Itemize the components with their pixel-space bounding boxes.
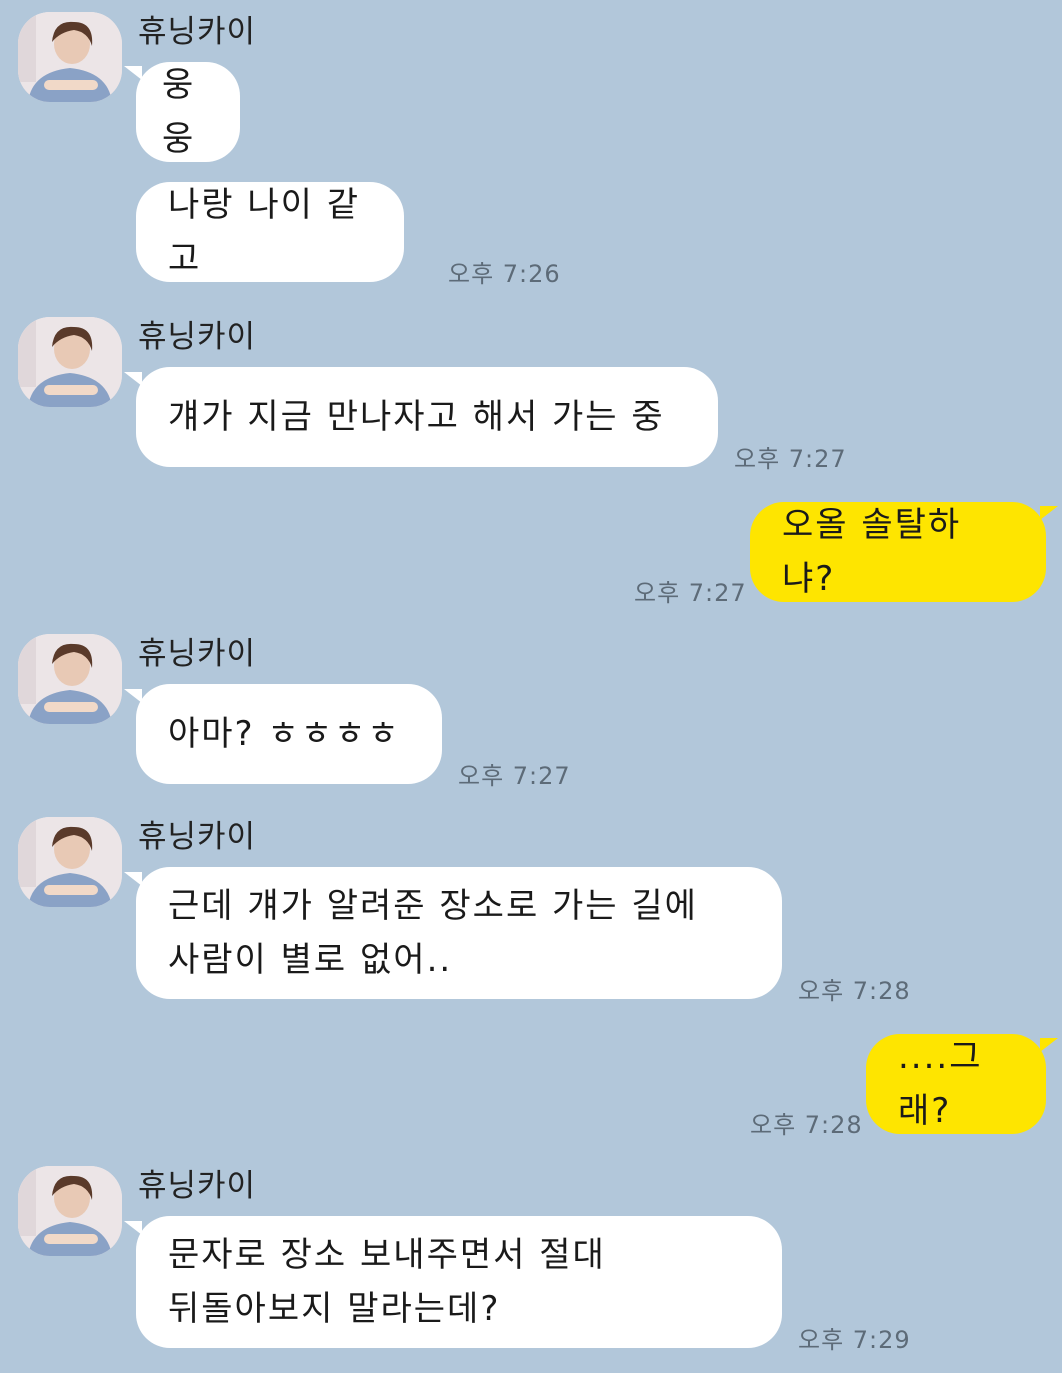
bubble-tail: [1040, 1038, 1058, 1052]
sender-name: 휴닝카이: [138, 319, 257, 355]
message-text: ....그래?: [898, 1037, 983, 1131]
avatar[interactable]: [18, 634, 122, 724]
message-text: 웅웅: [162, 65, 196, 159]
incoming-message-bubble[interactable]: 문자로 장소 보내주면서 절대 뒤돌아보지 말라는데?: [136, 1216, 782, 1348]
incoming-message-bubble[interactable]: 웅웅: [136, 62, 240, 162]
avatar[interactable]: [18, 12, 122, 102]
incoming-message-bubble[interactable]: 근데 걔가 알려준 장소로 가는 길에 사람이 별로 없어..: [136, 867, 782, 999]
message-text: 오올 솔탈하냐?: [782, 505, 962, 599]
incoming-message-bubble[interactable]: 나랑 나이 같고: [136, 182, 404, 282]
profile-photo-icon: [18, 12, 122, 102]
message-text: 나랑 나이 같고: [168, 185, 361, 279]
outgoing-message-bubble[interactable]: 오올 솔탈하냐?: [750, 502, 1046, 602]
message-time: 오후 7:26: [448, 260, 561, 288]
message-line: 사람이 별로 없어..: [168, 940, 453, 980]
message-time: 오후 7:27: [458, 762, 571, 790]
avatar[interactable]: [18, 1166, 122, 1256]
incoming-message-bubble[interactable]: 아마? ㅎㅎㅎㅎ: [136, 684, 442, 784]
avatar[interactable]: [18, 317, 122, 407]
sender-name: 휴닝카이: [138, 819, 257, 855]
incoming-message-bubble[interactable]: 걔가 지금 만나자고 해서 가는 중: [136, 367, 718, 467]
message-time: 오후 7:27: [734, 445, 847, 473]
profile-photo-icon: [18, 634, 122, 724]
message-time: 오후 7:28: [750, 1111, 863, 1139]
message-time: 오후 7:28: [798, 977, 911, 1005]
sender-name: 휴닝카이: [138, 14, 257, 50]
profile-photo-icon: [18, 317, 122, 407]
outgoing-message-bubble[interactable]: ....그래?: [866, 1034, 1046, 1134]
message-line: 문자로 장소 보내주면서 절대: [168, 1235, 606, 1275]
message-text: 걔가 지금 만나자고 해서 가는 중: [168, 397, 665, 437]
profile-photo-icon: [18, 1166, 122, 1256]
message-line: 뒤돌아보지 말라는데?: [168, 1289, 501, 1329]
message-line: 근데 걔가 알려준 장소로 가는 길에: [168, 886, 698, 926]
bubble-tail: [1040, 506, 1058, 520]
sender-name: 휴닝카이: [138, 1168, 257, 1204]
message-time: 오후 7:29: [798, 1326, 911, 1354]
message-text: 아마? ㅎㅎㅎㅎ: [168, 714, 401, 754]
profile-photo-icon: [18, 817, 122, 907]
sender-name: 휴닝카이: [138, 636, 257, 672]
avatar[interactable]: [18, 817, 122, 907]
bubble-tail: [124, 66, 142, 80]
message-time: 오후 7:27: [634, 579, 747, 607]
